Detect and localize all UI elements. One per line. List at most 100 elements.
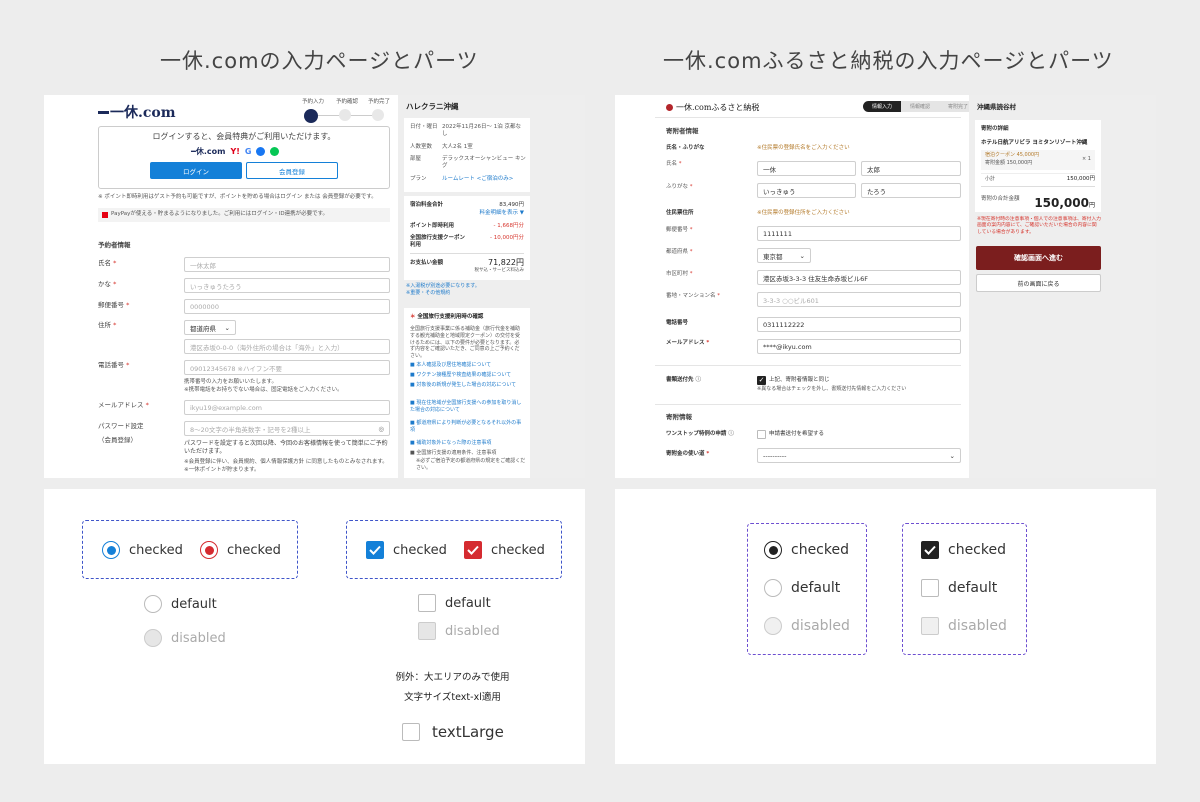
ikyu-provider-icon[interactable]: ━休.com bbox=[191, 146, 225, 157]
product-hotel: ホテル日航アリビラ ヨミタンリゾート沖縄 bbox=[981, 140, 1088, 146]
checkbox-checked-blue[interactable]: checked bbox=[366, 541, 447, 559]
furusato-checkbox-checked-icon[interactable] bbox=[921, 541, 939, 559]
login-button[interactable]: ログイン bbox=[150, 162, 242, 179]
checkbox-large-label: textLarge bbox=[432, 723, 504, 741]
furusato-checkbox-default-label: default bbox=[948, 580, 998, 596]
send-note: ※異なる場合はチェックを外し、書類送付先情報をご入力ください bbox=[757, 386, 907, 392]
furusato-radio-checked-icon[interactable] bbox=[764, 541, 782, 559]
coupon-line: 宿泊クーポン 45,000円 bbox=[985, 152, 1040, 158]
radio-checked-blue[interactable]: checked bbox=[102, 541, 183, 559]
yahoo-icon[interactable]: Y! bbox=[230, 147, 239, 156]
furusato-radio-disabled-icon bbox=[764, 617, 782, 635]
donation-summary-panel: 沖縄県読谷村 寄附の詳細 ホテル日航アリビラ ヨミタンリゾート沖縄 宿泊クーポン… bbox=[969, 95, 1156, 478]
furusato-city-input[interactable]: 港区赤坂3-3-3 住友生命赤坂ビル6F bbox=[757, 270, 961, 285]
donation-total-unit: 円 bbox=[1088, 202, 1095, 209]
email-input[interactable]: ikyu19@example.com bbox=[184, 400, 390, 415]
furusato-kana-label: ふりがな * bbox=[666, 184, 693, 190]
checkbox-text-large[interactable]: textLarge bbox=[402, 723, 504, 741]
checkbox-default-label: default bbox=[445, 595, 491, 611]
furusato-postal-input[interactable]: 1111111 bbox=[757, 226, 961, 241]
furusato-logo: 一休.comふるさと納税 bbox=[666, 102, 759, 113]
section-title-reserver: 予約者情報 bbox=[98, 241, 131, 249]
password-input[interactable]: 8〜20文字の半角英数字・記号を2種以上 ◎ bbox=[184, 421, 390, 436]
kana-label: かな * bbox=[98, 280, 117, 288]
google-icon[interactable]: G bbox=[245, 147, 252, 156]
radio-blue-icon[interactable] bbox=[102, 541, 120, 559]
last-name-input[interactable]: 一休 bbox=[757, 161, 856, 176]
kana-input[interactable]: いっきゅうたろう bbox=[184, 278, 390, 293]
radio-default[interactable]: default bbox=[144, 595, 217, 613]
warning-note: ※現在寄付時の注意事項・個人での注意事項は、寄付入力画面の案内内容にて、ご確認い… bbox=[977, 217, 1101, 235]
campaign-item-6: ■ 補助対象外になった際の注意事項 bbox=[410, 440, 492, 446]
name-input[interactable]: 一休太郎 bbox=[184, 257, 390, 272]
last-kana-input[interactable]: いっきゅう bbox=[757, 183, 856, 198]
furusato-checkbox-checked[interactable]: checked bbox=[921, 541, 1006, 559]
register-button[interactable]: 会員登録 bbox=[246, 162, 338, 179]
postal-input[interactable]: 0000000 bbox=[184, 299, 390, 314]
campaign-item-2: ■ ワクチン接種歴や検査結果の確認について bbox=[410, 372, 512, 378]
onestop-checkbox[interactable] bbox=[757, 430, 766, 439]
onestop-option-label: 申請書送付を希望する bbox=[769, 431, 825, 437]
furusato-building-input[interactable]: 3-3-3 ○○ビル601 bbox=[757, 292, 961, 307]
furusato-radio-default-label: default bbox=[791, 580, 841, 596]
donor-section-title: 寄附者情報 bbox=[666, 127, 699, 135]
send-same-checkbox[interactable]: ✓ bbox=[757, 376, 766, 385]
furusato-radio-default[interactable]: default bbox=[764, 579, 840, 597]
checkbox-blue-icon[interactable] bbox=[366, 541, 384, 559]
pay-note: 税サ込・サービス料込み bbox=[474, 268, 525, 273]
plan-link[interactable]: ルームレート <ご宿泊のみ> bbox=[442, 176, 513, 183]
onestop-label: ワンストップ特例の申請 ⓘ bbox=[666, 431, 734, 437]
furusato-radio-checked-label: checked bbox=[791, 542, 849, 558]
step-1-icon bbox=[304, 109, 318, 123]
facebook-icon[interactable] bbox=[256, 147, 266, 156]
quantity: × 1 bbox=[1082, 156, 1091, 162]
municipality-name: 沖縄県読谷村 bbox=[977, 103, 1016, 111]
furusato-email-input[interactable]: ****@ikyu.com bbox=[757, 339, 961, 354]
furusato-steps: 情報入力 情報確認 寄附完了 bbox=[863, 101, 978, 112]
campaign-text: 全国旅行支援事業に係る補助金（旅行代金を補助する観光補助金と地域限定クーポン）の… bbox=[410, 326, 521, 359]
price-detail-link[interactable]: 料金明細を表示 ▼ bbox=[480, 210, 524, 217]
step-indicator: 予約入力 予約確認 予約完了 bbox=[302, 99, 392, 123]
furusato-pref-select[interactable]: 東京都 ⌄ bbox=[757, 248, 811, 263]
eye-off-icon[interactable]: ◎ bbox=[378, 425, 384, 433]
checkbox-red-icon[interactable] bbox=[464, 541, 482, 559]
login-provider-icons: ━休.com Y! G bbox=[191, 146, 280, 157]
line-icon[interactable] bbox=[270, 147, 280, 156]
confirm-button[interactable]: 確認画面へ進む bbox=[976, 246, 1101, 270]
radio-red-icon[interactable] bbox=[200, 541, 218, 559]
campaign-item-3: ■ 対象後の新規が発生した場合の対応について bbox=[410, 382, 517, 388]
terms-link[interactable]: ※重要・その他規約 bbox=[406, 290, 450, 297]
step-confirm: 情報確認 bbox=[901, 101, 940, 112]
prefecture-select[interactable]: 都道府県 ⌄ bbox=[184, 320, 236, 335]
furusato-checkbox-default-icon[interactable] bbox=[921, 579, 939, 597]
radio-checked-red[interactable]: checked bbox=[200, 541, 281, 559]
chevron-down-icon: ⌄ bbox=[949, 451, 955, 460]
usage-select[interactable]: ---------- ⌄ bbox=[757, 448, 961, 463]
checkbox-default-icon[interactable] bbox=[418, 594, 436, 612]
campaign-foot: ※必ずご宿泊予定の都道府県の規定をご確認ください。 bbox=[416, 458, 526, 471]
checkbox-checked-red[interactable]: checked bbox=[464, 541, 545, 559]
furusato-checkbox-default[interactable]: default bbox=[921, 579, 997, 597]
tax-note[interactable]: ※入湯税が別途必要になります。 bbox=[406, 283, 480, 290]
back-button[interactable]: 前の画面に戻る bbox=[976, 274, 1101, 292]
help-icon[interactable]: ⓘ bbox=[695, 377, 701, 383]
furusato-phone-input[interactable]: 0311112222 bbox=[757, 317, 961, 332]
help-icon[interactable]: ⓘ bbox=[728, 431, 734, 437]
right-screen-card: 一休.comふるさと納税 情報入力 情報確認 寄附完了 寄附者情報 氏名・ふりが… bbox=[615, 95, 1156, 478]
furusato-phone-label: 電話番号 bbox=[666, 320, 689, 326]
furusato-radio-checked[interactable]: checked bbox=[764, 541, 849, 559]
step-2-label: 予約確認 bbox=[336, 99, 359, 105]
prefecture-select-value: 都道府県 bbox=[190, 324, 216, 333]
checkbox-default[interactable]: default bbox=[418, 594, 491, 612]
furusato-radio-default-icon[interactable] bbox=[764, 579, 782, 597]
checkbox-large-icon[interactable] bbox=[402, 723, 420, 741]
room-value: デラックスオーシャンビュー キング bbox=[442, 156, 526, 170]
guests-value: 大人2名 1室 bbox=[442, 144, 473, 150]
section-divider-1 bbox=[655, 365, 961, 366]
address-input[interactable]: 港区赤坂0-0-0（海外住所の場合は「海外」と入力） bbox=[184, 339, 390, 354]
first-name-input[interactable]: 太郎 bbox=[861, 161, 961, 176]
phone-input[interactable]: 09012345678 ※ハイフン不要 bbox=[184, 360, 390, 375]
price-divider bbox=[410, 253, 524, 254]
radio-default-icon[interactable] bbox=[144, 595, 162, 613]
first-kana-input[interactable]: たろう bbox=[861, 183, 961, 198]
